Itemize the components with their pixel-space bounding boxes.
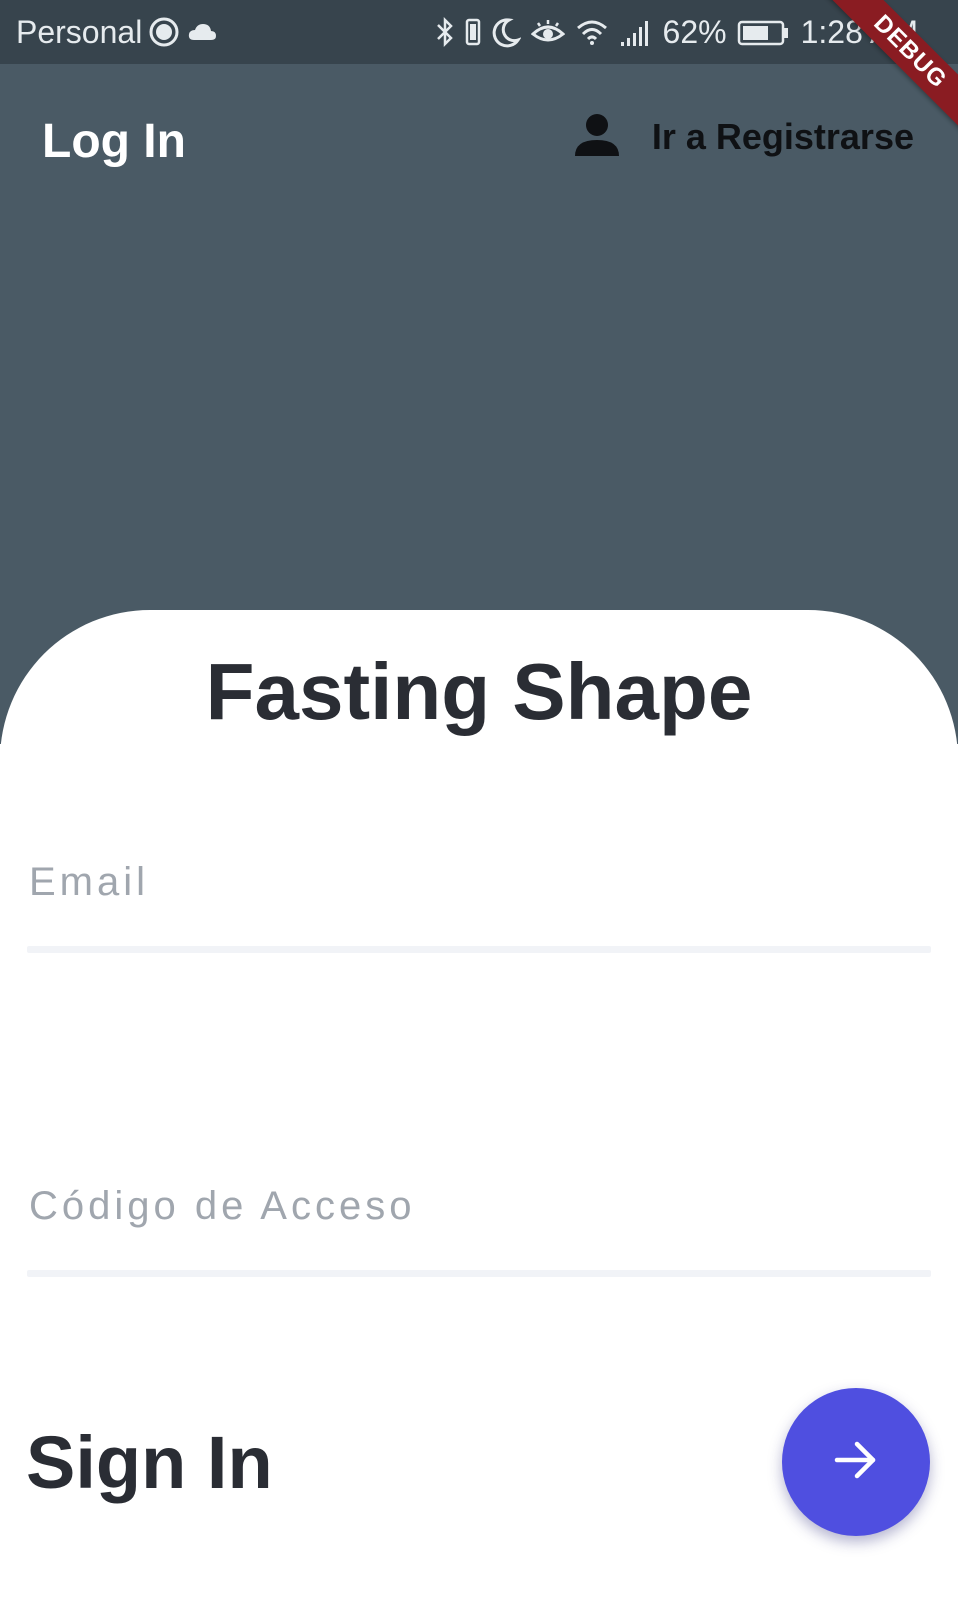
access-code-underline <box>27 1270 931 1277</box>
email-field[interactable] <box>27 852 933 912</box>
brand-title: Fasting Shape <box>205 647 753 736</box>
go-to-register-button[interactable]: Ir a Registrarse <box>574 108 914 166</box>
email-field-container <box>27 852 933 953</box>
carrier-name: Personal <box>16 13 143 50</box>
wifi-icon <box>575 16 609 48</box>
eye-icon <box>530 16 565 48</box>
bluetooth-icon <box>435 16 455 48</box>
signal-icon <box>619 16 653 48</box>
sign-in-label: Sign In <box>26 1421 273 1504</box>
arrow-right-icon <box>831 1435 881 1490</box>
register-label: Ir a Registrarse <box>651 116 914 157</box>
moon-icon <box>491 16 521 48</box>
battery-icon <box>737 16 791 48</box>
vibrate-icon <box>465 16 481 48</box>
person-icon <box>574 112 620 163</box>
battery-percent: 62% <box>662 13 727 50</box>
status-left: Personal <box>16 12 218 52</box>
sign-in-button[interactable] <box>782 1388 930 1536</box>
page-title: Log In <box>42 115 186 168</box>
sync-icon <box>148 16 180 48</box>
access-code-field[interactable] <box>27 1176 933 1236</box>
cloud-icon <box>186 20 218 44</box>
status-right: 62% 1:28 AM <box>435 12 918 52</box>
email-underline <box>27 946 931 953</box>
status-bar: Personal 62% 1:28 AM <box>0 0 958 64</box>
access-code-field-container <box>27 1176 933 1277</box>
login-card: Fasting Shape Sign In <box>0 610 958 1600</box>
